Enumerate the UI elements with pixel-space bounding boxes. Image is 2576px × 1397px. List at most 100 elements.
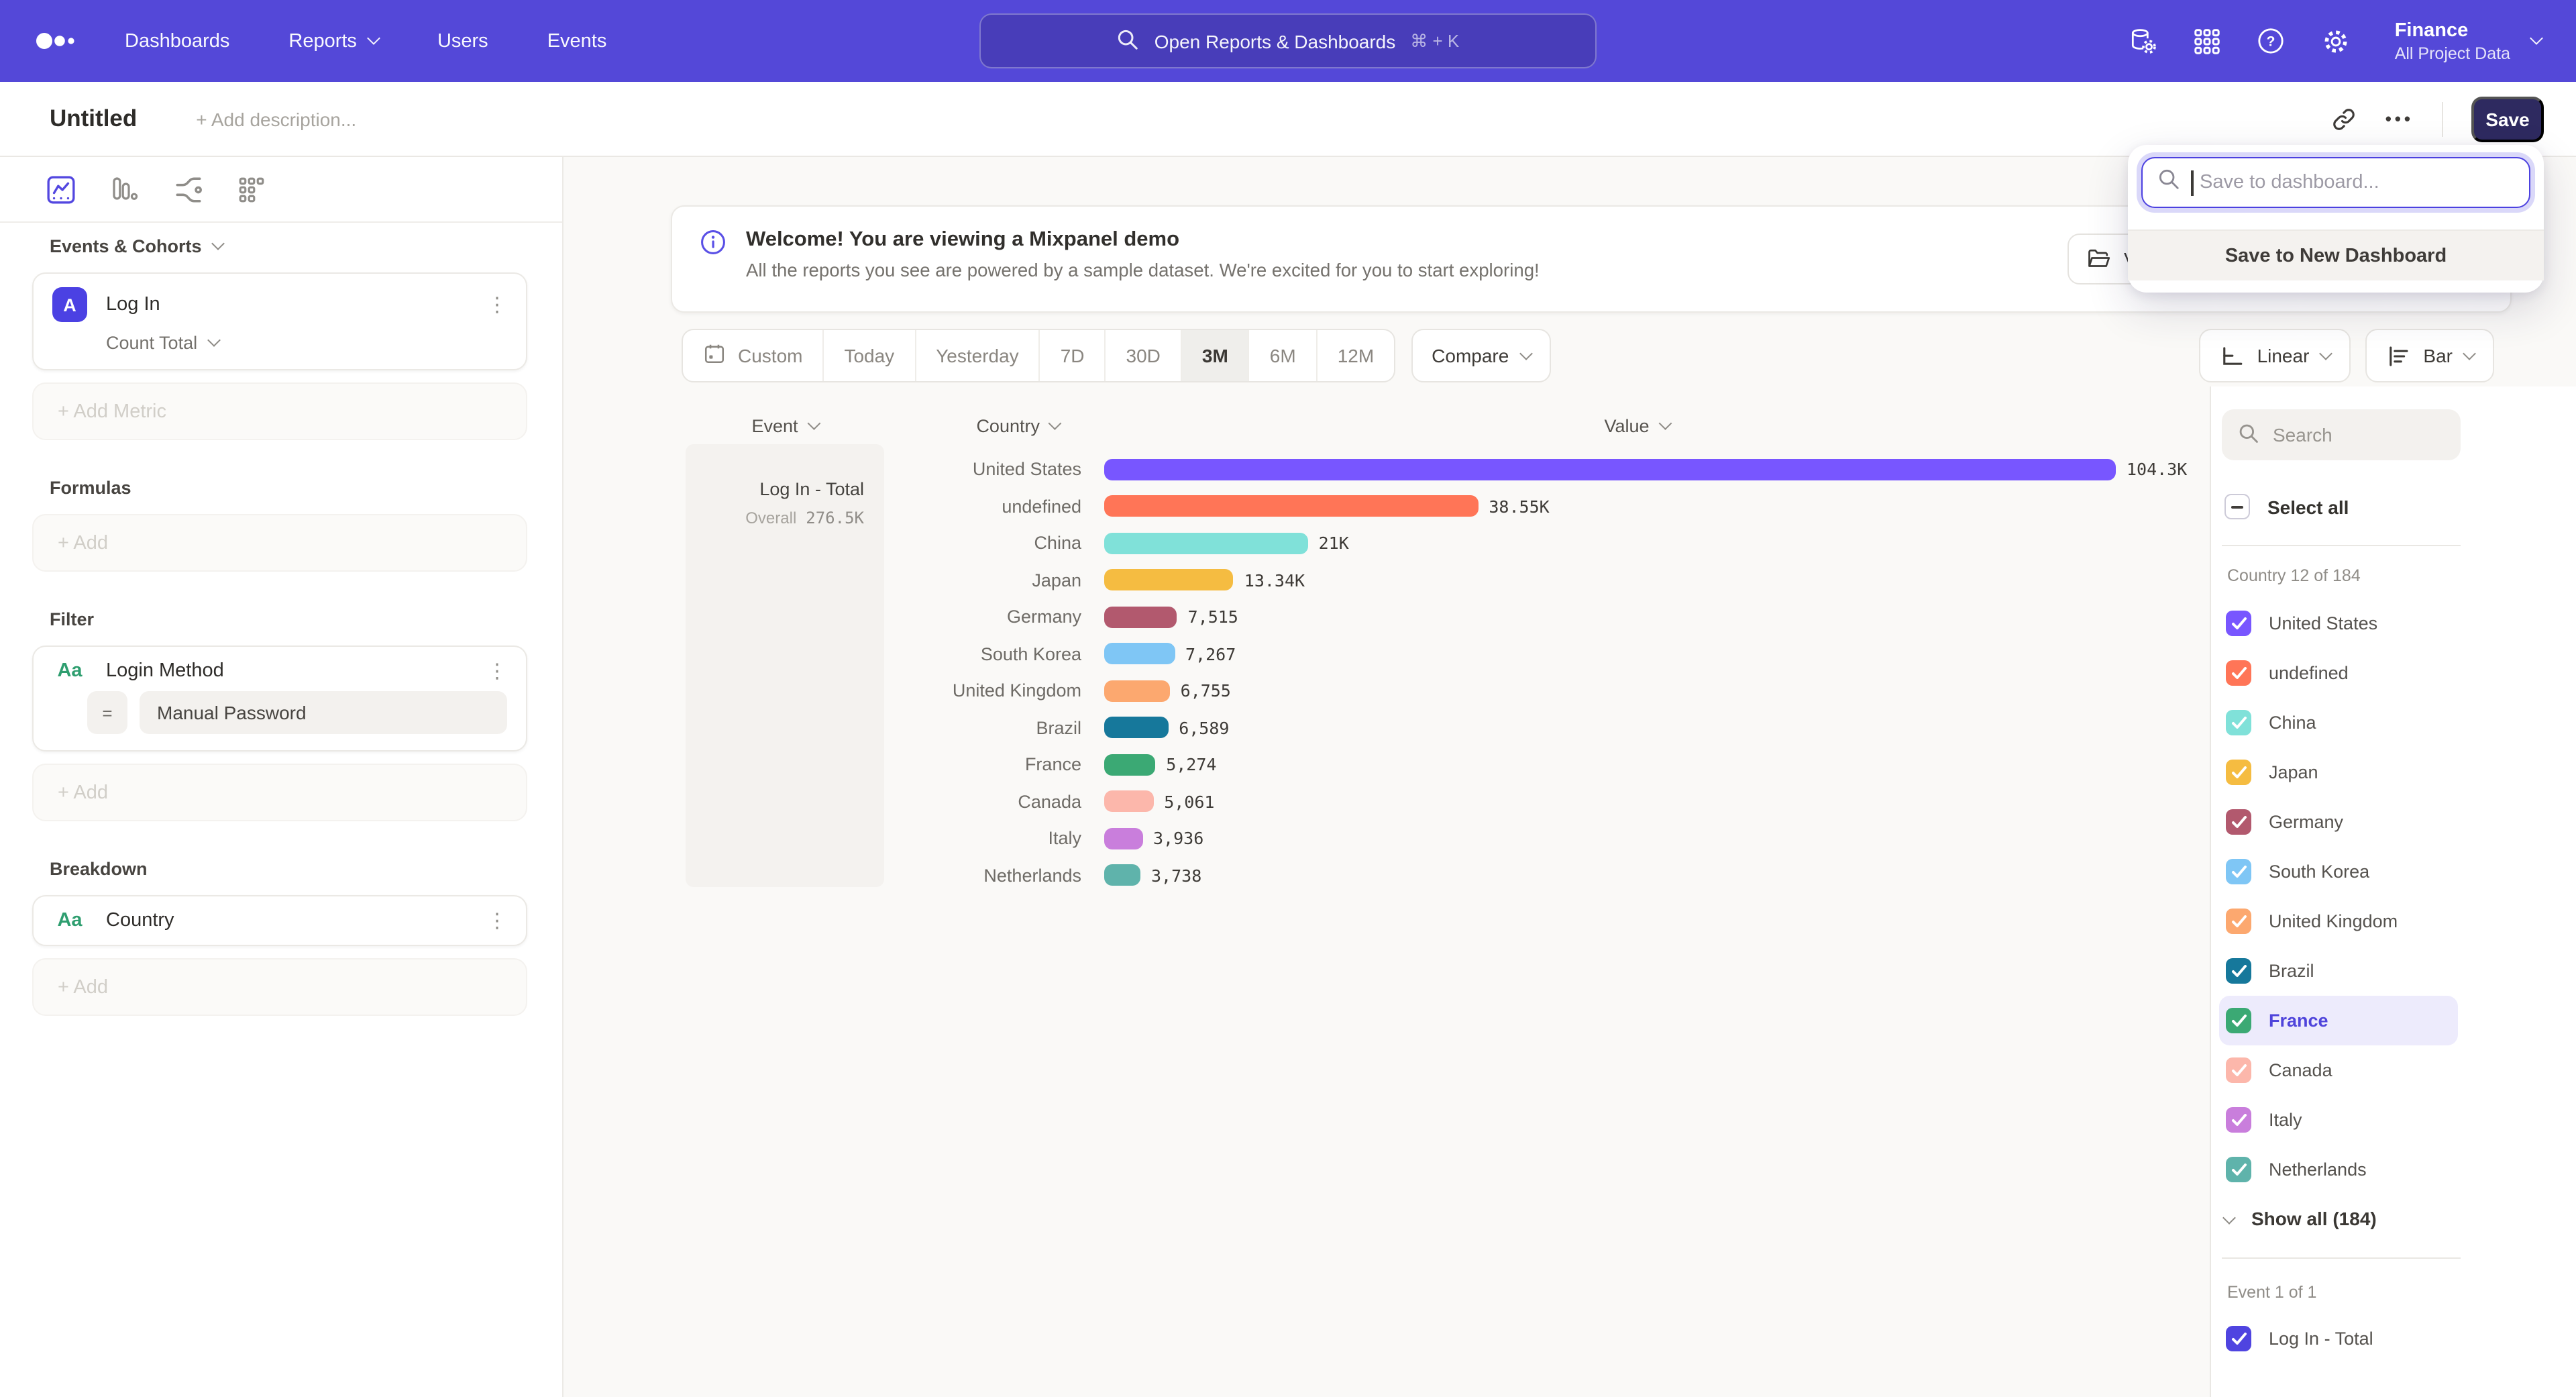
country-checkbox[interactable] (2226, 1057, 2251, 1083)
country-filter-row-france[interactable]: France (2219, 996, 2458, 1045)
breakdown-card[interactable]: Aa Country ⋮ (32, 895, 527, 946)
metric-event-name[interactable]: Log In (106, 294, 160, 315)
chart-bar[interactable] (1104, 607, 1177, 628)
chart-category-label: Canada (564, 792, 1081, 812)
country-checkbox[interactable] (2226, 1157, 2251, 1182)
country-checkbox[interactable] (2226, 660, 2251, 686)
country-checkbox[interactable] (2226, 611, 2251, 636)
nav-item-events[interactable]: Events (547, 30, 607, 52)
chart-type-dropdown[interactable]: Bar (2365, 329, 2494, 382)
filter-operator-chip[interactable]: = (87, 691, 127, 734)
country-filter-row-united-states[interactable]: United States (2219, 599, 2458, 648)
country-filter-row-netherlands[interactable]: Netherlands (2219, 1145, 2458, 1194)
date-range-custom[interactable]: Custom (683, 330, 824, 381)
filter-value-chip[interactable]: Manual Password (140, 691, 507, 734)
date-range-3m[interactable]: 3M (1182, 330, 1250, 381)
country-filter-row-canada[interactable]: Canada (2219, 1045, 2458, 1095)
chart-bar[interactable] (1104, 865, 1140, 886)
chart-bar[interactable] (1104, 496, 1478, 517)
nav-item-dashboards[interactable]: Dashboards (125, 30, 229, 52)
tab-bar-chart[interactable] (110, 174, 140, 204)
kebab-menu-icon[interactable]: ⋮ (487, 911, 507, 931)
kebab-menu-icon[interactable]: ⋮ (487, 661, 507, 681)
country-checkbox[interactable] (2226, 859, 2251, 884)
filter-card[interactable]: Aa Login Method ⋮ = Manual Password (32, 645, 527, 752)
country-checkbox[interactable] (2226, 710, 2251, 735)
country-filter-row-united-kingdom[interactable]: United Kingdom (2219, 896, 2458, 946)
tab-insights-chart[interactable] (46, 174, 76, 205)
copy-link-icon[interactable] (2330, 105, 2357, 132)
save-dashboard-search-input[interactable]: Save to dashboard... (2141, 157, 2530, 208)
save-to-new-dashboard-button[interactable]: Save to New Dashboard (2128, 229, 2544, 280)
date-range-yesterday[interactable]: Yesterday (916, 330, 1040, 381)
country-checkbox[interactable] (2226, 1008, 2251, 1033)
tab-retention-grid[interactable] (237, 175, 266, 203)
aggregation-dropdown[interactable]: Count Total (106, 333, 507, 353)
chart-bar[interactable] (1104, 570, 1234, 591)
country-filter-row-italy[interactable]: Italy (2219, 1095, 2458, 1145)
event-legend-row[interactable]: Log In - Total (2226, 1326, 2373, 1351)
country-filter-row-germany[interactable]: Germany (2219, 797, 2458, 847)
settings-gear-icon[interactable] (2321, 26, 2351, 56)
metric-card[interactable]: A Log In ⋮ Count Total (32, 272, 527, 370)
column-header-value[interactable]: Value (1604, 416, 1669, 436)
event-checkbox[interactable] (2226, 1326, 2251, 1351)
column-header-event[interactable]: Event (751, 416, 818, 436)
chart-bar[interactable] (1104, 459, 2116, 480)
country-filter-row-japan[interactable]: Japan (2219, 747, 2458, 797)
compare-button[interactable]: Compare (1411, 329, 1550, 382)
nav-item-users[interactable]: Users (437, 30, 488, 52)
chart-bar[interactable] (1104, 791, 1153, 813)
chart-bar[interactable] (1104, 828, 1142, 849)
date-range-7d[interactable]: 7D (1040, 330, 1106, 381)
global-search-button[interactable]: Open Reports & Dashboards ⌘ + K (979, 13, 1597, 68)
country-filter-row-south-korea[interactable]: South Korea (2219, 847, 2458, 896)
add-metric-button[interactable]: + Add Metric (32, 382, 527, 440)
chart-bar[interactable] (1104, 717, 1168, 739)
country-checkbox[interactable] (2226, 909, 2251, 934)
date-range-12m[interactable]: 12M (1318, 330, 1394, 381)
legend-search-input[interactable]: Search (2222, 409, 2461, 460)
country-checkbox[interactable] (2226, 809, 2251, 835)
more-options-button[interactable]: ••• (2385, 109, 2414, 129)
country-checkbox[interactable] (2226, 760, 2251, 785)
country-checkbox[interactable] (2226, 1107, 2251, 1133)
help-icon[interactable]: ? (2257, 27, 2285, 55)
kebab-menu-icon[interactable]: ⋮ (487, 295, 507, 315)
add-formula-button[interactable]: + Add (32, 514, 527, 572)
country-filter-row-brazil[interactable]: Brazil (2219, 946, 2458, 996)
chart-bar[interactable] (1104, 643, 1175, 665)
date-range-6m[interactable]: 6M (1250, 330, 1318, 381)
add-filter-button[interactable]: + Add (32, 764, 527, 821)
scale-mode-dropdown[interactable]: Linear (2200, 329, 2351, 382)
apps-grid-icon[interactable] (2194, 28, 2220, 54)
chart-bar[interactable] (1104, 754, 1155, 776)
string-property-badge: Aa (52, 660, 87, 682)
chart-bar[interactable] (1104, 533, 1308, 554)
nav-item-reports[interactable]: Reports (288, 30, 378, 52)
report-title[interactable]: Untitled (50, 105, 137, 133)
show-all-button[interactable]: Show all (184) (2224, 1208, 2377, 1229)
select-all-checkbox-indeterminate[interactable] (2224, 494, 2250, 519)
add-description-button[interactable]: + Add description... (196, 108, 356, 130)
save-button[interactable]: Save (2471, 96, 2544, 142)
select-all-row[interactable]: Select all (2224, 494, 2349, 519)
country-checkbox[interactable] (2226, 958, 2251, 984)
country-label: South Korea (2269, 862, 2369, 882)
mixpanel-logo-icon[interactable] (35, 31, 76, 51)
data-management-icon[interactable] (2128, 26, 2157, 56)
tab-flow-chart[interactable] (173, 174, 204, 205)
country-filter-row-undefined[interactable]: undefined (2219, 648, 2458, 698)
chart-bar[interactable] (1104, 680, 1170, 702)
breakdown-property-name[interactable]: Country (106, 910, 174, 931)
column-header-country[interactable]: Country (976, 416, 1060, 436)
workspace-switcher[interactable]: Finance All Project Data (2395, 19, 2541, 62)
add-breakdown-button[interactable]: + Add (32, 958, 527, 1016)
filter-property-name[interactable]: Login Method (106, 660, 224, 682)
svg-text:?: ? (2266, 34, 2275, 50)
chart-row: United Kingdom 6,755 (564, 672, 2210, 709)
date-range-30d[interactable]: 30D (1106, 330, 1182, 381)
country-filter-row-china[interactable]: China (2219, 698, 2458, 747)
events-cohorts-header[interactable]: Events & Cohorts (50, 236, 527, 256)
date-range-today[interactable]: Today (824, 330, 916, 381)
